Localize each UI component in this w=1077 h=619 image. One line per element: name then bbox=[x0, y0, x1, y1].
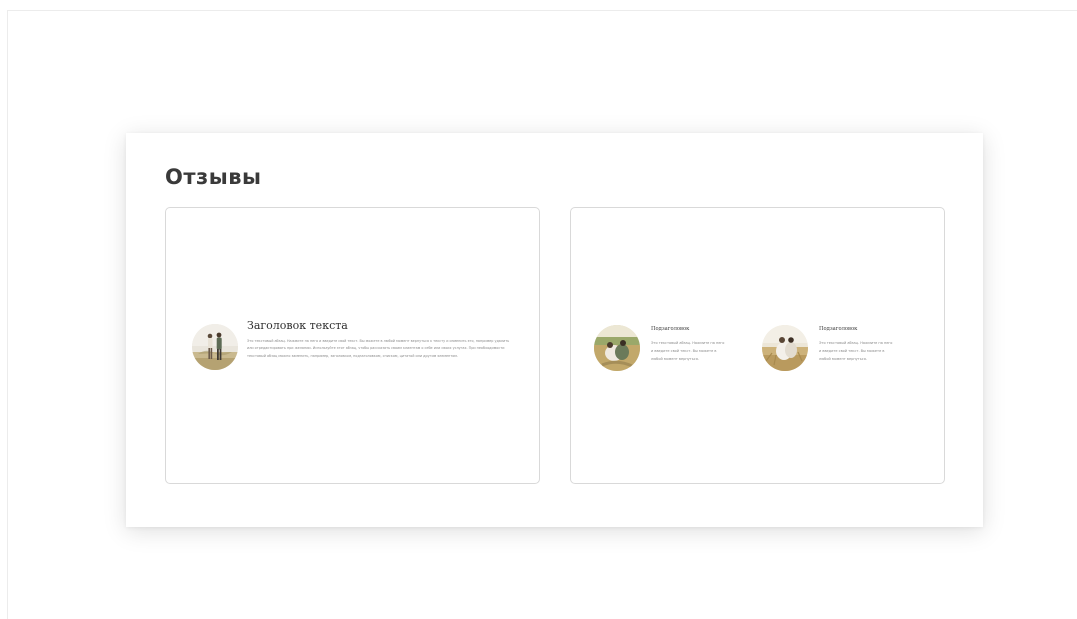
editor-canvas: Отзывы Заголовок текста Это текстовый аб… bbox=[7, 10, 1077, 619]
avatar-photo[interactable] bbox=[192, 324, 238, 370]
review-subtitle[interactable]: Подзаголовок bbox=[819, 326, 857, 332]
section-title[interactable]: Отзывы bbox=[165, 165, 262, 189]
review-text[interactable]: Это текстовый абзац. Нажмите на него и в… bbox=[819, 339, 895, 363]
review-title[interactable]: Заголовок текста bbox=[247, 319, 348, 332]
review-subtitle[interactable]: Подзаголовок bbox=[651, 326, 689, 332]
review-card-double[interactable]: Подзаголовок Это текстовый абзац. Нажмит… bbox=[570, 207, 945, 484]
couple-field-photo-icon bbox=[192, 324, 238, 370]
avatar-photo[interactable] bbox=[762, 325, 808, 371]
couple-field-photo-icon bbox=[594, 325, 640, 371]
review-card-single[interactable]: Заголовок текста Это текстовый абзац. На… bbox=[165, 207, 540, 484]
avatar-photo[interactable] bbox=[594, 325, 640, 371]
review-text[interactable]: Это текстовый абзац. Нажмите на него и в… bbox=[651, 339, 727, 363]
reviews-section[interactable]: Отзывы Заголовок текста Это текстовый аб… bbox=[126, 133, 983, 527]
couple-wheat-photo-icon bbox=[762, 325, 808, 371]
review-text[interactable]: Это текстовый абзац. Нажмите на него и в… bbox=[247, 338, 513, 360]
